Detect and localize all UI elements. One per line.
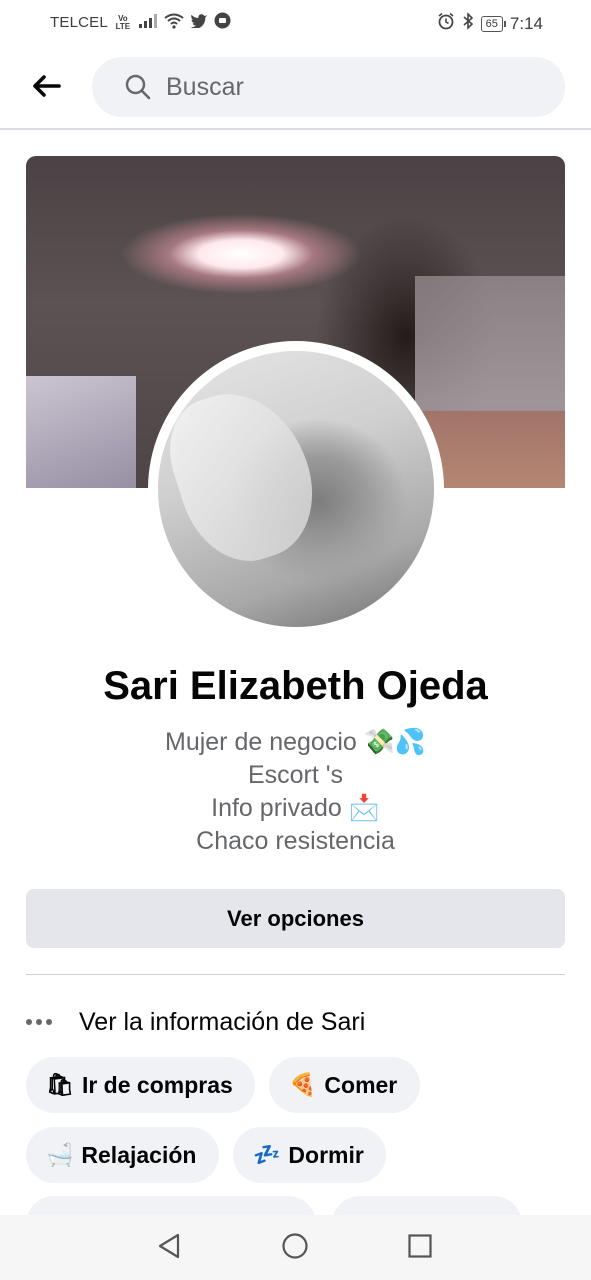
pizza-icon: 🍕: [289, 1072, 317, 1098]
search-icon: [124, 73, 152, 101]
interest-chip-shopping[interactable]: 🛍 Ir de compras: [26, 1057, 255, 1113]
interest-chip-eat[interactable]: 🍕 Comer: [269, 1057, 420, 1113]
alarm-icon: [437, 12, 455, 35]
chip-label: Ir de compras: [81, 1071, 233, 1098]
see-info-row[interactable]: Ver la información de Sari: [26, 1000, 365, 1044]
battery-indicator: 65: [480, 15, 507, 32]
bio-line: Mujer de negocio 💸💦: [165, 728, 426, 756]
app-notification-icon: [214, 12, 231, 33]
clock: 7:14: [509, 13, 543, 33]
bathtub-icon: 🛁: [46, 1142, 74, 1168]
bio-line: Chaco resistencia: [196, 827, 395, 855]
back-button[interactable]: [26, 68, 66, 108]
profile-avatar[interactable]: [158, 351, 434, 627]
bluetooth-icon: [462, 12, 474, 35]
more-dots-icon: [26, 1019, 56, 1025]
chip-label: Comer: [324, 1071, 398, 1098]
bio-line: Info privado 📩: [211, 794, 380, 822]
nav-home-button[interactable]: [278, 1231, 312, 1265]
see-options-button[interactable]: Ver opciones: [26, 889, 565, 948]
profile-bio: Mujer de negocio 💸💦 Escort 's Info priva…: [0, 726, 591, 858]
wifi-icon: [164, 13, 184, 33]
bio-line: Escort 's: [247, 761, 344, 789]
interest-chip-relax[interactable]: 🛁 Relajación: [26, 1127, 219, 1183]
carrier-label: TELCEL: [50, 14, 108, 31]
profile-name: Sari Elizabeth Ojeda: [103, 664, 488, 708]
volte-label: Vo LTE: [115, 13, 131, 31]
cover-detail-bed: [26, 376, 136, 488]
chip-label: Relajación: [81, 1141, 197, 1168]
shopping-bag-icon: 🛍: [46, 1072, 74, 1098]
nav-back-button[interactable]: [152, 1231, 186, 1265]
see-info-label: Ver la información de Sari: [79, 1007, 366, 1036]
top-bar: [0, 54, 591, 120]
interest-chip-sleep[interactable]: 💤 Dormir: [233, 1127, 386, 1183]
section-divider: [26, 974, 565, 975]
twitter-icon: [190, 13, 208, 32]
arrow-left-icon: [31, 74, 61, 103]
system-nav-bar: [0, 1215, 591, 1280]
nav-recent-button[interactable]: [403, 1231, 437, 1265]
status-left: TELCEL Vo LTE: [50, 12, 231, 33]
square-recent-icon: [407, 1233, 433, 1264]
status-bar: TELCEL Vo LTE 65 7:14: [0, 0, 591, 46]
status-right: 65 7:14: [437, 12, 543, 35]
sleep-icon: 💤: [253, 1142, 281, 1168]
triangle-back-icon: [156, 1232, 182, 1265]
search-box[interactable]: [92, 57, 565, 117]
header-divider: [0, 128, 591, 130]
circle-home-icon: [281, 1232, 309, 1265]
signal-icon: [138, 13, 158, 33]
search-input[interactable]: [164, 71, 528, 103]
chip-label: Dormir: [288, 1141, 364, 1168]
